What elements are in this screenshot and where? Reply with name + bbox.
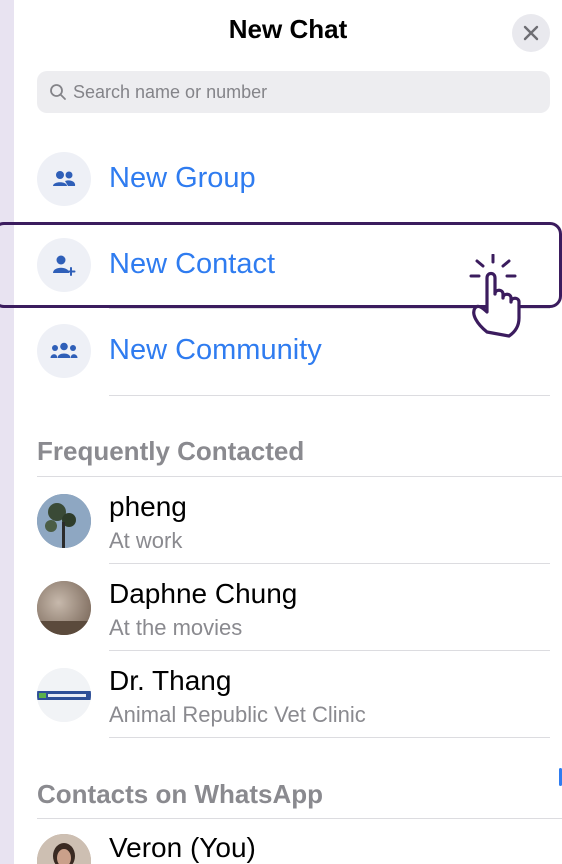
contact-status: At the movies: [109, 615, 243, 640]
community-icon: [37, 324, 91, 378]
group-icon: [37, 152, 91, 206]
divider: [109, 395, 550, 396]
close-button[interactable]: [512, 14, 550, 52]
contact-name: Dr. Thang: [109, 665, 232, 696]
contact-name: pheng: [109, 491, 187, 522]
avatar: [37, 834, 91, 864]
page-title: New Chat: [228, 14, 348, 44]
new-chat-sheet: New Chat Search name or number New Group: [14, 0, 562, 864]
avatar: [37, 581, 91, 635]
tap-hand-icon: [469, 254, 521, 338]
new-group-row[interactable]: New Group: [14, 136, 562, 222]
divider: [109, 737, 550, 738]
new-group-label: New Group: [109, 162, 256, 194]
section-header-whatsapp: Contacts on WhatsApp: [37, 779, 323, 809]
avatar: [37, 494, 91, 548]
contact-row[interactable]: Daphne Chung At the movies: [14, 563, 562, 651]
search-input[interactable]: Search name or number: [37, 71, 550, 113]
contact-row[interactable]: Veron (You): [14, 818, 562, 864]
search-icon: [50, 84, 66, 100]
contact-status: Animal Republic Vet Clinic: [109, 702, 366, 727]
contact-status: At work: [109, 528, 183, 553]
contact-name: Veron (You): [109, 832, 256, 863]
avatar: [37, 668, 91, 722]
new-community-label: New Community: [109, 334, 322, 366]
close-icon: [523, 25, 539, 41]
search-placeholder: Search name or number: [73, 81, 268, 102]
contact-row[interactable]: pheng At work: [14, 476, 562, 564]
contact-name: Daphne Chung: [109, 578, 298, 609]
section-header-frequent: Frequently Contacted: [37, 436, 305, 466]
contact-row[interactable]: Dr. Thang Animal Republic Vet Clinic: [14, 650, 562, 738]
